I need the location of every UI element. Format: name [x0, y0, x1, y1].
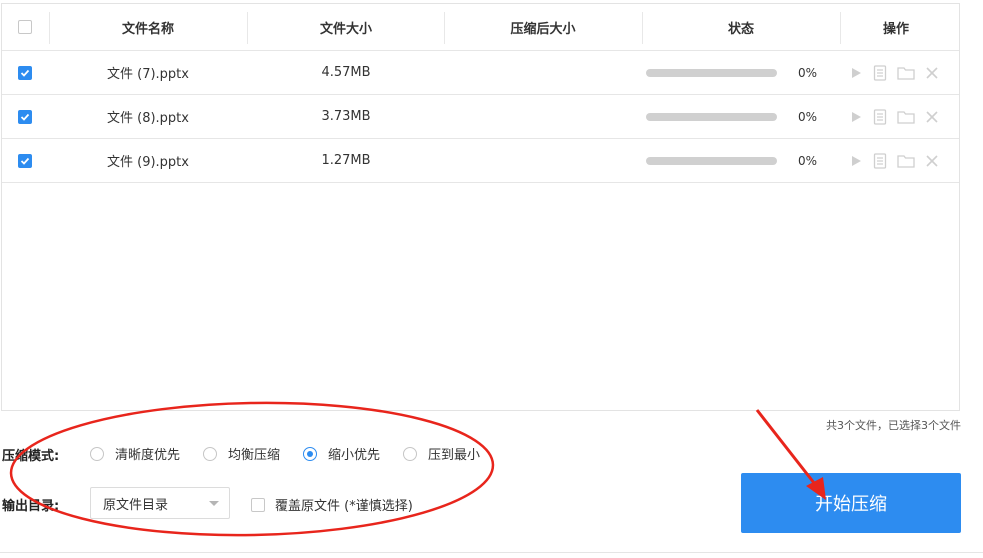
close-icon[interactable]	[925, 154, 939, 168]
progress-bar	[646, 112, 777, 121]
row-actions	[841, 51, 961, 94]
status-cell: 0%	[643, 139, 839, 182]
select-all-checkbox[interactable]	[18, 20, 32, 34]
compression-mode-group: 清晰度优先 均衡压缩 缩小优先 压到最小	[90, 444, 503, 463]
status-cell: 0%	[643, 95, 839, 138]
row-select-cell[interactable]	[2, 139, 48, 182]
output-dir-label: 输出目录:	[2, 499, 60, 514]
mode-option-clarity[interactable]: 清晰度优先	[90, 444, 180, 463]
overwrite-option[interactable]: 覆盖原文件 (*谨慎选择)	[251, 495, 413, 514]
play-icon[interactable]	[849, 66, 863, 80]
play-icon[interactable]	[849, 110, 863, 124]
overwrite-label: 覆盖原文件 (*谨慎选择)	[275, 499, 413, 514]
progress-text: 0%	[798, 109, 818, 124]
progress-text: 0%	[798, 153, 818, 168]
compressed-size	[445, 139, 641, 182]
play-icon[interactable]	[849, 154, 863, 168]
file-size: 1.27MB	[321, 153, 371, 168]
radio-smallest[interactable]	[403, 446, 418, 461]
file-name: 文件 (7).pptx	[107, 67, 189, 82]
select-all-cell[interactable]	[2, 4, 48, 50]
file-count-text: 共3个文件，已选择3个文件	[826, 419, 961, 432]
row-checkbox[interactable]	[18, 65, 32, 80]
table-header: 文件名称 文件大小 压缩后大小 状态 操作	[2, 4, 959, 51]
mode-label-smallest: 压到最小	[428, 448, 481, 463]
row-actions	[841, 139, 961, 182]
overwrite-checkbox[interactable]	[251, 497, 265, 512]
row-checkbox[interactable]	[18, 153, 32, 168]
header-status: 状态	[727, 21, 754, 37]
header-compressed-size: 压缩后大小	[510, 21, 576, 37]
folder-icon[interactable]	[897, 154, 915, 168]
folder-icon[interactable]	[897, 110, 915, 124]
compression-mode-label: 压缩模式:	[2, 449, 60, 464]
mode-label-balanced: 均衡压缩	[228, 448, 281, 463]
row-select-cell[interactable]	[2, 51, 48, 94]
file-size: 3.73MB	[321, 109, 371, 124]
status-cell: 0%	[643, 51, 839, 94]
close-icon[interactable]	[925, 66, 939, 80]
row-checkbox[interactable]	[18, 109, 32, 124]
mode-label-smaller: 缩小优先	[328, 448, 381, 463]
header-name: 文件名称	[121, 21, 174, 37]
document-icon[interactable]	[873, 64, 887, 81]
folder-icon[interactable]	[897, 66, 915, 80]
compressed-size	[445, 51, 641, 94]
radio-balanced[interactable]	[203, 446, 218, 461]
chevron-down-icon	[209, 501, 219, 506]
mode-option-smallest[interactable]: 压到最小	[403, 444, 480, 463]
annotation-ellipse	[9, 401, 495, 537]
file-table: 文件名称 文件大小 压缩后大小 状态 操作 文件 (7).pptx 4.57MB…	[1, 3, 960, 411]
table-row[interactable]: 文件 (7).pptx 4.57MB 0%	[2, 51, 959, 95]
header-size: 文件大小	[319, 21, 372, 37]
progress-bar	[646, 156, 777, 165]
file-size: 4.57MB	[321, 65, 371, 80]
header-actions: 操作	[882, 21, 909, 37]
document-icon[interactable]	[873, 108, 887, 125]
close-icon[interactable]	[925, 110, 939, 124]
divider	[0, 552, 983, 553]
radio-clarity[interactable]	[90, 446, 104, 461]
row-actions	[841, 95, 961, 138]
file-name: 文件 (9).pptx	[107, 155, 189, 170]
document-icon[interactable]	[873, 152, 887, 169]
progress-bar	[646, 68, 777, 77]
output-dir-select[interactable]: 原文件目录	[90, 487, 230, 519]
output-dir-value: 原文件目录	[103, 497, 169, 513]
mode-label-clarity: 清晰度优先	[115, 448, 181, 463]
compressed-size	[445, 95, 641, 138]
radio-smaller[interactable]	[303, 446, 318, 461]
mode-option-balanced[interactable]: 均衡压缩	[203, 444, 280, 463]
mode-option-smaller[interactable]: 缩小优先	[303, 444, 380, 463]
file-name: 文件 (8).pptx	[107, 111, 189, 126]
table-row[interactable]: 文件 (9).pptx 1.27MB 0%	[2, 139, 959, 183]
start-compress-button[interactable]: 开始压缩	[741, 473, 961, 533]
row-select-cell[interactable]	[2, 95, 48, 138]
progress-text: 0%	[798, 65, 818, 80]
table-row[interactable]: 文件 (8).pptx 3.73MB 0%	[2, 95, 959, 139]
